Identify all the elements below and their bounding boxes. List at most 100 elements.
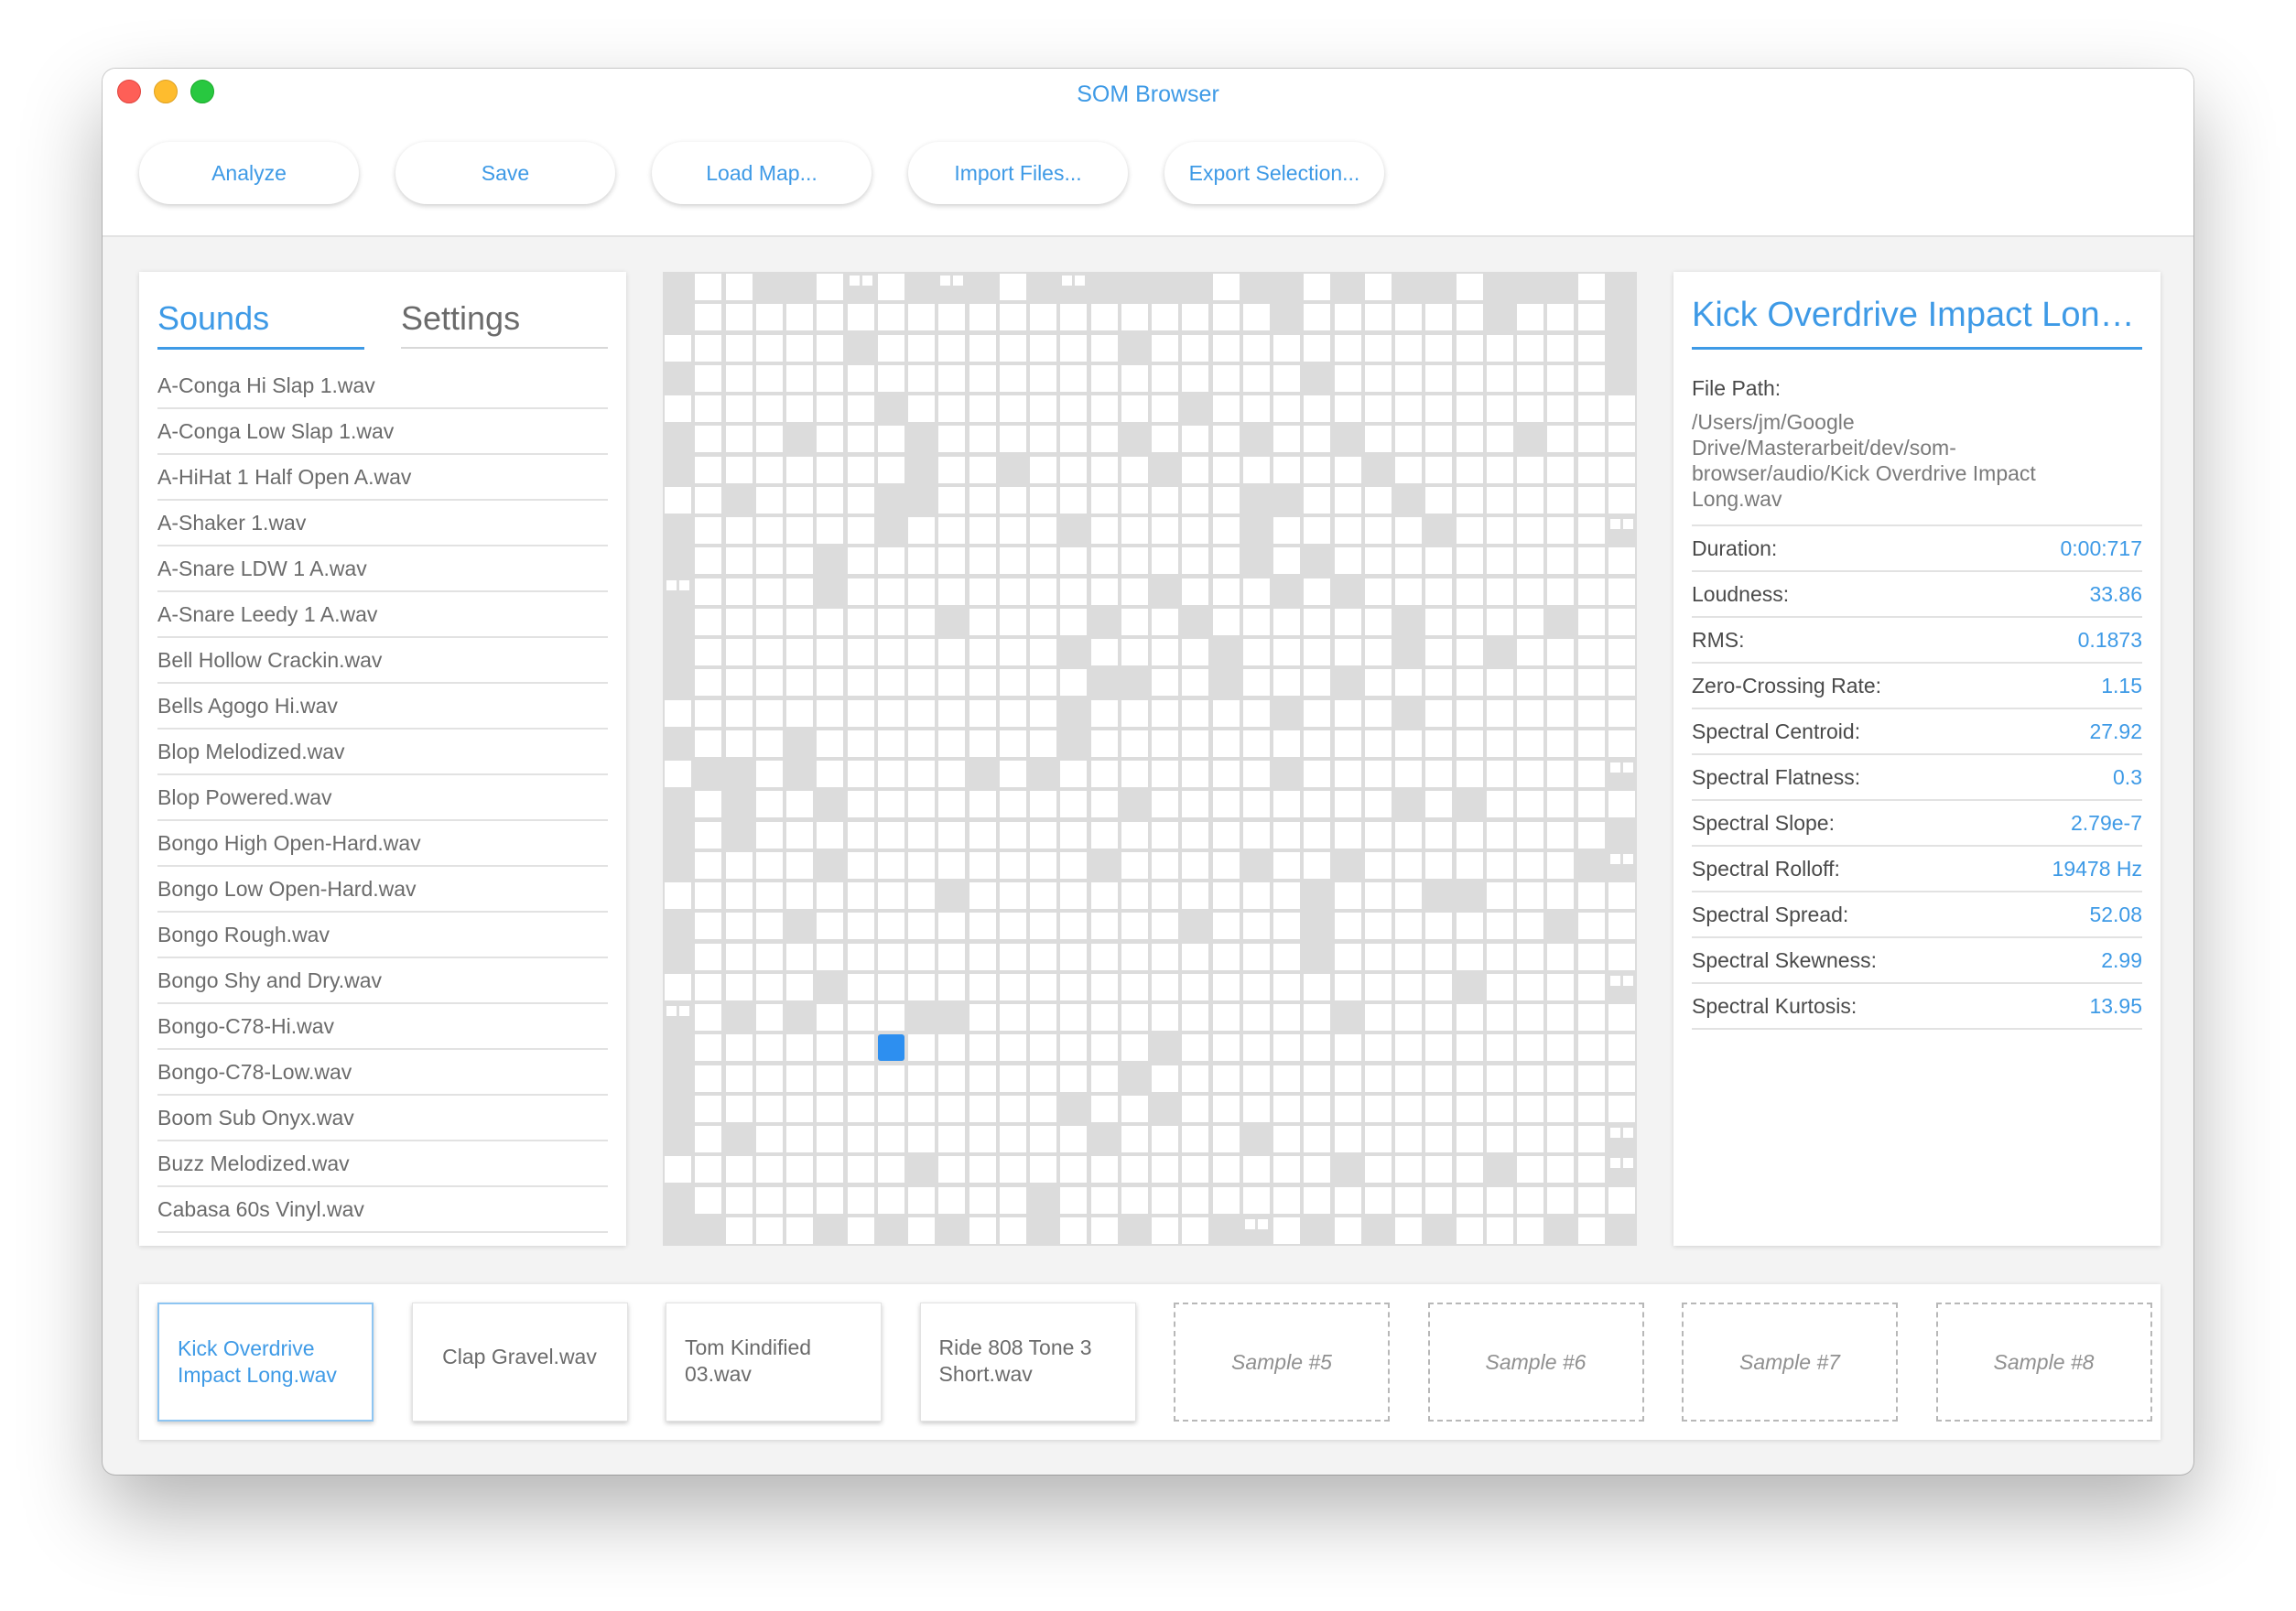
som-cell[interactable] xyxy=(999,1065,1026,1092)
som-cell[interactable] xyxy=(1304,761,1331,787)
som-cell[interactable] xyxy=(999,943,1026,970)
som-cell[interactable] xyxy=(1121,639,1148,665)
som-cell[interactable] xyxy=(1425,1004,1453,1031)
sound-list-item[interactable]: A-Conga Hi Slap 1.wav xyxy=(157,363,608,409)
som-cell[interactable] xyxy=(969,395,996,422)
som-cell-empty[interactable] xyxy=(695,1216,722,1244)
som-cell[interactable] xyxy=(1304,334,1331,362)
som-cell[interactable] xyxy=(1030,791,1056,818)
som-cell[interactable] xyxy=(1212,913,1240,940)
som-cell[interactable] xyxy=(847,456,874,483)
som-cell[interactable] xyxy=(847,913,874,940)
sound-list-item[interactable]: Bongo Shy and Dry.wav xyxy=(157,958,608,1004)
som-cell[interactable] xyxy=(1456,730,1483,757)
sound-list-item[interactable]: Bongo-C78-Hi.wav xyxy=(157,1004,608,1050)
som-cell[interactable] xyxy=(999,395,1026,422)
som-cell[interactable] xyxy=(755,1156,783,1184)
som-cell[interactable] xyxy=(1182,639,1209,665)
som-cell[interactable] xyxy=(1456,364,1483,392)
som-cell[interactable] xyxy=(1212,274,1240,300)
som-cell[interactable] xyxy=(1364,699,1392,727)
som-cell[interactable] xyxy=(725,1186,753,1214)
som-cell-empty[interactable] xyxy=(969,274,996,300)
som-cell[interactable] xyxy=(1364,943,1392,970)
som-cell[interactable] xyxy=(847,395,874,422)
som-cell[interactable] xyxy=(1486,608,1513,635)
som-cell[interactable] xyxy=(725,1034,753,1062)
som-cell[interactable] xyxy=(755,761,783,787)
som-cell[interactable] xyxy=(1212,517,1240,544)
som-cell[interactable] xyxy=(1334,761,1361,787)
som-cell-empty[interactable] xyxy=(665,1034,691,1062)
som-cell-empty[interactable] xyxy=(1121,1065,1148,1092)
som-cell-empty[interactable] xyxy=(1121,334,1148,362)
save-button[interactable]: Save xyxy=(395,142,615,204)
som-cell[interactable] xyxy=(1517,669,1543,697)
som-cell[interactable] xyxy=(1182,669,1209,697)
som-cell-empty[interactable] xyxy=(1060,730,1088,757)
som-cell-empty[interactable] xyxy=(817,578,844,605)
som-cell[interactable] xyxy=(1456,1216,1483,1244)
som-cell[interactable] xyxy=(969,699,996,727)
som-cell[interactable] xyxy=(786,821,813,849)
som-cell[interactable] xyxy=(847,364,874,392)
som-cell[interactable] xyxy=(1212,791,1240,818)
som-cell[interactable] xyxy=(999,730,1026,757)
som-cell[interactable] xyxy=(1060,486,1088,514)
som-cell[interactable] xyxy=(877,1186,904,1214)
som-cell-empty[interactable] xyxy=(1090,274,1118,300)
som-cell[interactable] xyxy=(969,669,996,697)
som-cell[interactable] xyxy=(1608,791,1635,818)
som-cell[interactable] xyxy=(1212,334,1240,362)
som-cell[interactable] xyxy=(1456,608,1483,635)
som-cell[interactable] xyxy=(1212,730,1240,757)
som-cell[interactable] xyxy=(908,517,935,544)
som-cell[interactable] xyxy=(1304,639,1331,665)
som-cell[interactable] xyxy=(817,943,844,970)
som-cell-empty[interactable] xyxy=(817,547,844,575)
som-cell[interactable] xyxy=(1425,639,1453,665)
som-cell[interactable] xyxy=(1395,547,1422,575)
som-cell[interactable] xyxy=(1121,882,1148,909)
som-cell[interactable] xyxy=(1152,821,1178,849)
som-cell[interactable] xyxy=(1547,334,1575,362)
som-cell[interactable] xyxy=(755,364,783,392)
som-cell[interactable] xyxy=(1090,456,1118,483)
som-cell[interactable] xyxy=(695,578,722,605)
som-cell-empty[interactable] xyxy=(1030,274,1056,300)
som-cell[interactable] xyxy=(1060,395,1088,422)
som-cell[interactable] xyxy=(1456,913,1483,940)
som-cell[interactable] xyxy=(908,547,935,575)
som-cell[interactable] xyxy=(1577,1216,1605,1244)
som-cell[interactable] xyxy=(1517,334,1543,362)
som-cell[interactable] xyxy=(695,882,722,909)
som-cell[interactable] xyxy=(755,913,783,940)
som-cell[interactable] xyxy=(1273,517,1300,544)
som-cell[interactable] xyxy=(1608,669,1635,697)
som-cell[interactable] xyxy=(969,1065,996,1092)
som-cell[interactable] xyxy=(1060,1186,1088,1214)
som-cell-empty[interactable] xyxy=(665,639,691,665)
som-cell[interactable] xyxy=(1577,547,1605,575)
som-cell[interactable] xyxy=(1577,730,1605,757)
som-cell[interactable] xyxy=(786,1216,813,1244)
som-cell[interactable] xyxy=(1395,334,1422,362)
som-cell[interactable] xyxy=(1152,913,1178,940)
som-cell[interactable] xyxy=(1121,456,1148,483)
som-cell[interactable] xyxy=(1425,821,1453,849)
som-cell[interactable] xyxy=(817,730,844,757)
som-cell[interactable] xyxy=(847,517,874,544)
som-cell[interactable] xyxy=(1090,1095,1118,1122)
som-cell[interactable] xyxy=(1304,608,1331,635)
som-cell[interactable] xyxy=(1273,943,1300,970)
som-cell[interactable] xyxy=(1121,730,1148,757)
som-cell[interactable] xyxy=(1060,913,1088,940)
som-cell[interactable] xyxy=(999,1095,1026,1122)
som-cell-empty[interactable] xyxy=(938,882,966,909)
sound-list-item[interactable]: A-HiHat 1 Half Open A.wav xyxy=(157,455,608,501)
som-cell-empty[interactable] xyxy=(1304,913,1331,940)
som-cell[interactable] xyxy=(1030,943,1056,970)
som-cell[interactable] xyxy=(1517,1126,1543,1152)
som-cell[interactable] xyxy=(1456,943,1483,970)
som-cell[interactable] xyxy=(847,730,874,757)
